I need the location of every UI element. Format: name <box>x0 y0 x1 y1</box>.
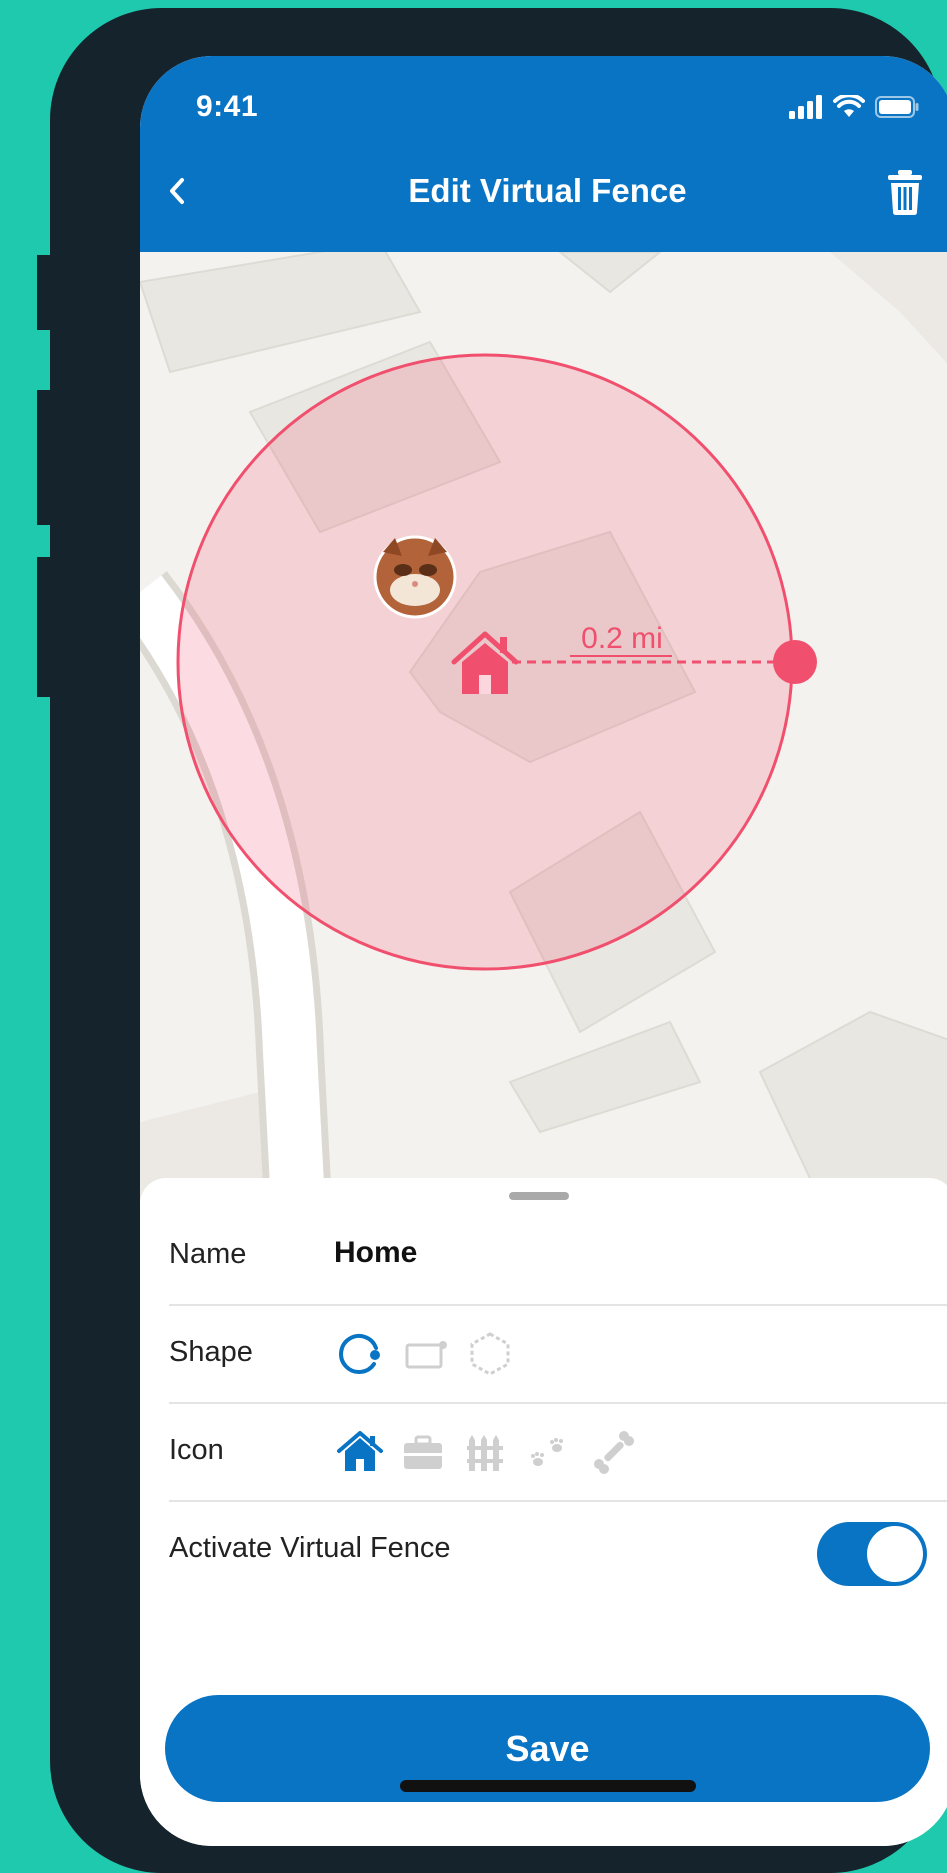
activate-row: Activate Virtual Fence <box>169 1502 947 1598</box>
toggle-knob <box>867 1526 923 1582</box>
bone-icon <box>594 1431 634 1474</box>
icon-row: Icon <box>169 1404 947 1502</box>
shape-label: Shape <box>169 1336 253 1368</box>
map-building <box>140 240 422 374</box>
activate-label: Activate Virtual Fence <box>169 1532 451 1564</box>
name-value[interactable]: Home <box>334 1236 417 1270</box>
shape-option-polygon[interactable] <box>464 1328 516 1380</box>
icon-label: Icon <box>169 1434 224 1466</box>
status-time: 9:41 <box>196 90 259 123</box>
delete-fence-button[interactable] <box>883 166 927 218</box>
rectangle-shape-icon <box>405 1341 447 1369</box>
phone-frame: 9:41 Edit Virtual Fence 0.2 mi Name Home… <box>50 8 947 1873</box>
signal-icon <box>789 95 822 119</box>
map-building <box>508 1020 702 1134</box>
name-row[interactable]: Name Home <box>169 1208 947 1306</box>
map-building <box>557 251 663 294</box>
briefcase-icon <box>404 1435 442 1469</box>
map-canvas: 0.2 mi <box>140 240 947 1244</box>
icon-option-pet[interactable] <box>524 1426 576 1478</box>
shape-row: Shape <box>169 1306 947 1404</box>
icon-option-home[interactable] <box>334 1426 386 1478</box>
activate-fence-toggle[interactable] <box>817 1522 927 1586</box>
name-label: Name <box>169 1238 247 1270</box>
home-indicator[interactable] <box>400 1780 696 1792</box>
fence-icon <box>467 1435 503 1471</box>
cat-avatar <box>373 535 457 619</box>
status-icons <box>789 92 919 122</box>
radius-label: 0.2 mi <box>581 622 663 655</box>
radius-handle <box>773 640 817 684</box>
fence-settings-sheet: Name Home Shape Icon Activate Virtual Fe… <box>140 1178 947 1846</box>
app-header: 9:41 Edit Virtual Fence <box>140 56 947 252</box>
wifi-icon <box>833 95 865 117</box>
icon-option-bone[interactable] <box>587 1426 639 1478</box>
phone-screen: 9:41 Edit Virtual Fence 0.2 mi Name Home… <box>140 56 947 1846</box>
battery-icon <box>875 96 919 118</box>
paw-icon <box>531 1438 563 1466</box>
page-title: Edit Virtual Fence <box>408 172 687 209</box>
shape-option-rectangle[interactable] <box>401 1328 453 1380</box>
trash-icon <box>888 170 922 215</box>
sheet-grab-handle[interactable] <box>509 1192 569 1200</box>
icon-option-yard[interactable] <box>461 1426 513 1478</box>
home-icon <box>337 1431 383 1471</box>
shape-option-circle[interactable] <box>334 1328 386 1380</box>
icon-option-work[interactable] <box>397 1426 449 1478</box>
polygon-shape-icon <box>470 1332 510 1376</box>
circle-shape-icon <box>339 1334 380 1374</box>
map-view[interactable]: 0.2 mi <box>140 240 947 1244</box>
